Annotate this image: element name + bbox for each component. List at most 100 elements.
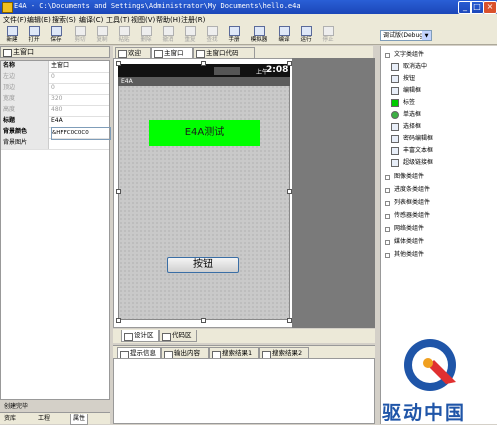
button-component[interactable]: 按钮 bbox=[167, 257, 239, 273]
property-key: 宽度 bbox=[1, 94, 49, 105]
open-button[interactable]: 打开 bbox=[24, 26, 44, 44]
build-mode-select[interactable]: 调试版(Debug) ▼ bbox=[380, 30, 432, 41]
compile-button[interactable]: 编译 bbox=[274, 26, 294, 44]
property-object-selector[interactable]: 主窗口 bbox=[0, 46, 110, 58]
run-button[interactable]: 运行 bbox=[296, 26, 316, 44]
menu-compile[interactable]: 编译(C) bbox=[79, 15, 103, 25]
paste-button[interactable]: 粘贴 bbox=[114, 26, 134, 44]
property-row[interactable]: 背景图片 bbox=[1, 138, 109, 150]
button-icon bbox=[391, 75, 399, 83]
undo-button[interactable]: 撤消 bbox=[158, 26, 178, 44]
logo-emblem-icon bbox=[404, 339, 456, 391]
title-bar: E4A - C:\Documents and Settings\Administ… bbox=[0, 0, 497, 14]
new-button[interactable]: 新建 bbox=[2, 26, 22, 44]
signal-battery-icon bbox=[214, 67, 240, 75]
menu-view[interactable]: 视图(V) bbox=[131, 15, 155, 25]
expand-icon[interactable] bbox=[385, 227, 390, 232]
property-value[interactable] bbox=[51, 138, 109, 149]
tab-project[interactable]: 工程 bbox=[36, 414, 52, 424]
menu-register[interactable]: 注册(R) bbox=[181, 15, 205, 25]
property-object-name: 主窗口 bbox=[13, 48, 34, 56]
property-value[interactable]: 0 bbox=[51, 72, 109, 83]
tab-welcome[interactable]: 欢迎 bbox=[115, 47, 151, 58]
phone-form[interactable] bbox=[118, 64, 290, 320]
redo-icon bbox=[184, 26, 196, 36]
output-panel[interactable] bbox=[113, 358, 375, 424]
resize-handle[interactable] bbox=[287, 318, 292, 323]
save-button[interactable]: 保存 bbox=[46, 26, 66, 44]
copy-icon bbox=[96, 26, 108, 36]
paste-icon bbox=[118, 26, 130, 36]
left-status-text: 创建完毕 bbox=[4, 403, 29, 410]
chevron-down-icon[interactable]: ▼ bbox=[422, 31, 431, 40]
menu-tools[interactable]: 工具(T) bbox=[106, 15, 130, 25]
tab-main-window-code[interactable]: 主窗口代码 bbox=[193, 47, 255, 58]
maximize-button[interactable]: □ bbox=[470, 1, 484, 14]
document-tabs: 欢迎 主窗口 主窗口代码 bbox=[113, 46, 373, 58]
expand-icon[interactable] bbox=[385, 175, 390, 180]
property-value[interactable]: 320 bbox=[51, 94, 109, 105]
expand-icon[interactable] bbox=[385, 214, 390, 219]
checkbox-icon bbox=[391, 123, 399, 131]
pointer-icon bbox=[391, 63, 399, 71]
tab-code[interactable]: 代码区 bbox=[159, 330, 197, 342]
resize-handle[interactable] bbox=[201, 61, 206, 66]
resize-handle[interactable] bbox=[287, 189, 292, 194]
resize-handle[interactable] bbox=[116, 318, 121, 323]
copy-button[interactable]: 复制 bbox=[92, 26, 112, 44]
richtext-icon bbox=[391, 147, 399, 155]
expand-icon[interactable] bbox=[385, 188, 390, 193]
stop-button[interactable]: 停止 bbox=[318, 26, 338, 44]
open-icon bbox=[28, 26, 40, 36]
resize-handle[interactable] bbox=[201, 318, 206, 323]
property-value[interactable]: 480 bbox=[51, 105, 109, 116]
code-icon bbox=[162, 333, 171, 341]
tab-design[interactable]: 设计区 bbox=[121, 330, 159, 342]
property-value[interactable]: 主窗口 bbox=[51, 61, 109, 72]
manual-button[interactable]: 手册 bbox=[224, 26, 244, 44]
status-clock: 2:08 bbox=[266, 65, 289, 75]
expand-icon[interactable] bbox=[385, 240, 390, 245]
radio-icon bbox=[391, 111, 399, 119]
tab-properties[interactable]: 属性 bbox=[70, 414, 89, 425]
cut-icon bbox=[74, 26, 86, 36]
compile-icon bbox=[278, 26, 290, 36]
redo-button[interactable]: 重复 bbox=[180, 26, 200, 44]
output-tabs: 提示信息 输出内容 搜索结果1 搜索结果2 bbox=[113, 345, 375, 359]
hyperlink-icon bbox=[391, 159, 399, 167]
app-icon bbox=[2, 2, 13, 13]
property-key: 标题 bbox=[1, 116, 49, 127]
resize-handle[interactable] bbox=[116, 61, 121, 66]
expand-icon[interactable] bbox=[385, 201, 390, 206]
window-icon bbox=[3, 49, 12, 57]
undo-icon bbox=[162, 26, 174, 36]
resize-handle[interactable] bbox=[287, 61, 292, 66]
emulator-button[interactable]: 模拟器 bbox=[246, 26, 272, 44]
form-title: E4A bbox=[118, 77, 290, 86]
design-icon bbox=[124, 333, 133, 341]
expand-icon[interactable] bbox=[385, 253, 390, 258]
menu-edit[interactable]: 编辑(E) bbox=[27, 15, 51, 25]
find-button[interactable]: 查找 bbox=[202, 26, 222, 44]
menu-file[interactable]: 文件(F) bbox=[3, 15, 27, 25]
menu-help[interactable]: 帮助(H) bbox=[156, 15, 181, 25]
menu-search[interactable]: 搜索(S) bbox=[52, 15, 76, 25]
find-icon bbox=[206, 26, 218, 36]
emulator-icon bbox=[253, 26, 265, 36]
save-icon bbox=[50, 26, 62, 36]
tab-main-window[interactable]: 主窗口 bbox=[151, 47, 193, 58]
resize-handle[interactable] bbox=[116, 189, 121, 194]
menu-bar: 文件(F) 编辑(E) 搜索(S) 编译(C) 工具(T) 视图(V) 帮助(H… bbox=[0, 14, 497, 25]
watermark-logo: 驱动中国 bbox=[368, 330, 497, 424]
delete-button[interactable]: 删除 bbox=[136, 26, 156, 44]
label-icon bbox=[391, 99, 399, 107]
property-key: 背景图片 bbox=[1, 138, 49, 149]
close-button[interactable]: × bbox=[483, 1, 497, 14]
cut-button[interactable]: 剪切 bbox=[70, 26, 90, 44]
label-component[interactable]: E4A测试 bbox=[149, 120, 260, 146]
collapse-icon[interactable] bbox=[385, 53, 390, 58]
property-value[interactable]: E4A bbox=[51, 116, 109, 127]
tab-library[interactable]: 资库 bbox=[2, 414, 18, 424]
property-key: 左边 bbox=[1, 72, 49, 83]
property-value[interactable]: 0 bbox=[51, 83, 109, 94]
